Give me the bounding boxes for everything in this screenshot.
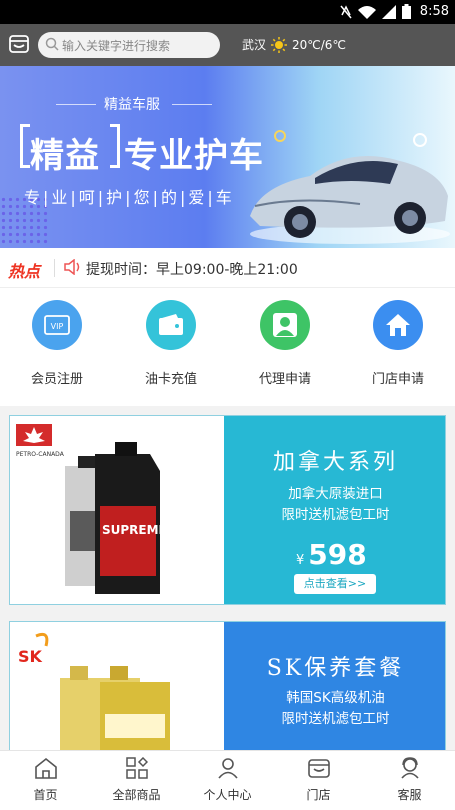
banner-divider: [172, 104, 212, 105]
promo-line: 限时送机滤包工时: [281, 507, 390, 523]
quick-item-label: 会员注册: [30, 372, 83, 387]
mute-icon: [340, 4, 352, 18]
product-image: PETRO-CANADA SUPREME 10W-30: [10, 416, 224, 604]
quick-item-fuel-card[interactable]: 油卡充值: [121, 300, 221, 387]
search-placeholder: 输入关键字进行搜索: [62, 39, 171, 53]
quick-item-store[interactable]: 门店申请: [348, 300, 448, 387]
tab-label: 首页: [33, 788, 58, 802]
quick-menu: VIP 会员注册 油卡充值 代理申请 门店申请: [0, 288, 455, 406]
tab-profile[interactable]: 个人中心: [182, 751, 273, 810]
tab-label: 客服: [397, 788, 422, 802]
banner-headline: 精益 专业护车: [30, 128, 264, 177]
tab-label: 门店: [306, 788, 331, 802]
notice-text: 提现时间：早上09:00-晚上21:00: [86, 262, 298, 278]
price-value: 598: [308, 538, 367, 571]
brand-logo-text: PETRO-CANADA: [16, 451, 65, 458]
quick-item-member[interactable]: VIP 会员注册: [7, 300, 107, 387]
tab-home[interactable]: 首页: [0, 751, 91, 810]
tab-all-products[interactable]: 全部商品: [91, 751, 182, 810]
signal-icon: [382, 4, 396, 19]
product-image: SK: [10, 622, 224, 760]
status-bar: 8:58: [0, 0, 455, 24]
vip-icon: VIP: [32, 300, 82, 350]
wifi-icon: [358, 5, 376, 19]
temperature-label: 20℃/6℃: [292, 37, 346, 52]
clock: 8:58: [419, 4, 449, 19]
home-icon: [34, 757, 57, 779]
search-input[interactable]: 输入关键字进行搜索: [38, 32, 220, 58]
car-image: [250, 130, 450, 244]
notice-bar[interactable]: 热点 提现时间：早上09:00-晚上21:00: [0, 248, 455, 288]
quick-item-agent[interactable]: 代理申请: [235, 300, 335, 387]
promo-title: 加拿大系列: [272, 450, 398, 475]
tab-customer-service[interactable]: 客服: [364, 751, 455, 810]
store-icon: [307, 759, 330, 778]
currency-symbol: ¥: [296, 553, 305, 568]
store-logo-icon[interactable]: [8, 33, 30, 55]
tab-label: 全部商品: [112, 788, 161, 802]
quick-item-label: 油卡充值: [144, 372, 197, 387]
banner-headline-brand: 精益: [30, 136, 100, 176]
banner-brand: 精益车服: [104, 97, 160, 113]
user-icon: [217, 758, 238, 779]
divider: [54, 259, 55, 277]
promo-card-canada[interactable]: PETRO-CANADA SUPREME 10W-30 加拿大系列 加拿大原装进…: [9, 415, 446, 605]
bottom-tab-bar: 首页 全部商品 个人中心 门店 客服: [0, 750, 455, 810]
grid-icon: [125, 757, 148, 779]
person-icon: [260, 300, 310, 350]
promo-title: SK保养套餐: [266, 656, 405, 681]
quick-item-label: 代理申请: [258, 372, 311, 387]
promo-line: 加拿大原装进口: [288, 486, 383, 502]
banner-bracket: [20, 124, 30, 168]
status-icons: [340, 4, 411, 19]
banner-divider: [56, 104, 96, 105]
product-label: SUPREME 10W-30: [102, 523, 222, 537]
battery-icon: [402, 4, 411, 19]
svg-text:VIP: VIP: [51, 322, 64, 331]
hot-tag: 热点: [8, 262, 41, 281]
wallet-icon: [146, 300, 196, 350]
sun-icon: [271, 36, 288, 53]
promo-line: 限时送机滤包工时: [281, 711, 390, 727]
weather-widget: 武汉 20℃/6℃: [242, 36, 346, 53]
home-icon: [373, 300, 423, 350]
banner-carousel[interactable]: 精益车服 精益 专业护车 专|业|呵|护|您|的|爱|车: [0, 66, 455, 248]
promo-panel: 加拿大系列 加拿大原装进口 限时送机滤包工时 ¥598 点击查看>>: [224, 416, 445, 604]
headset-icon: [400, 757, 419, 779]
view-details-button[interactable]: 点击查看>>: [294, 574, 376, 594]
tab-label: 个人中心: [203, 788, 252, 802]
promo-panel: SK保养套餐 韩国SK高级机油 限时送机滤包工时: [224, 622, 445, 760]
promo-price: ¥598: [296, 538, 367, 571]
search-icon: [45, 37, 59, 51]
quick-item-label: 门店申请: [371, 372, 424, 387]
app-header: 输入关键字进行搜索 武汉 20℃/6℃: [0, 24, 455, 66]
brand-logo-text: SK: [18, 647, 43, 666]
promo-card-sk[interactable]: SK SK保养套餐 韩国SK高级机油 限时送机滤包工时: [9, 621, 446, 761]
speaker-icon: [64, 259, 80, 275]
banner-tagline: 专|业|呵|护|您|的|爱|车: [24, 188, 235, 207]
promo-line: 韩国SK高级机油: [286, 690, 385, 706]
tab-store[interactable]: 门店: [273, 751, 364, 810]
city-label: 武汉: [242, 38, 267, 52]
